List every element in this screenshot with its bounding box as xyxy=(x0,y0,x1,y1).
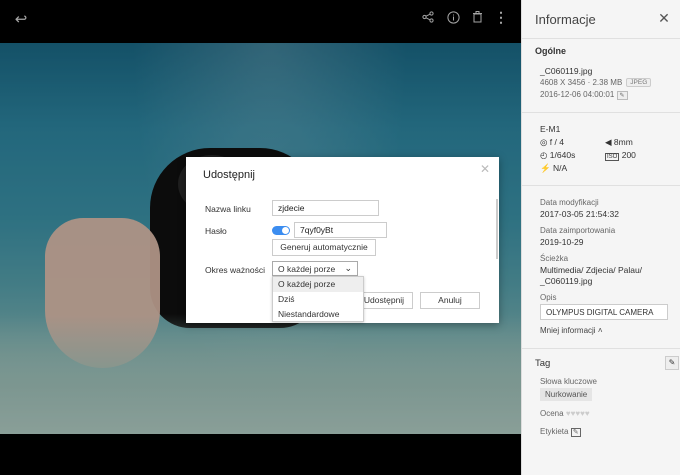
photo-viewer: ↩ ⋮ Udostępnij ✕ Nazwa linku zjdecie Has… xyxy=(0,0,521,475)
divider xyxy=(522,38,680,39)
info-panel: Informacje ✕ Ogólne _C060119.jpg 4608 X … xyxy=(521,0,680,475)
link-name-input[interactable]: zjdecie xyxy=(272,200,379,216)
validity-select[interactable]: O każdej porze ⌄ xyxy=(272,261,358,276)
divider xyxy=(522,348,680,349)
star-rating-icon[interactable]: ♥♥♥♥♥ xyxy=(566,409,590,418)
flash-icon: ⚡ xyxy=(540,163,551,173)
panel-title: Informacje xyxy=(535,12,596,27)
validity-label: Okres ważności xyxy=(205,265,265,275)
validity-dropdown: O każdej porze Dziś Niestandardowe xyxy=(272,276,364,322)
divider xyxy=(522,112,680,113)
modified-label: Data modyfikacji xyxy=(540,198,599,207)
keyword-chip[interactable]: Nurkowanie xyxy=(540,388,593,401)
edit-label-icon[interactable]: ✎ xyxy=(570,428,581,437)
description-label: Opis xyxy=(540,293,557,302)
lens-icon: ◀ xyxy=(605,137,612,147)
flash: ⚡ N/A xyxy=(540,163,568,173)
path-line-2: _C060119.jpg xyxy=(540,276,593,286)
validity-option[interactable]: Dziś xyxy=(273,292,363,307)
password-toggle[interactable] xyxy=(272,226,290,235)
less-info-link[interactable]: Mniej informacji ˄ xyxy=(540,326,602,335)
dialog-scrollbar[interactable] xyxy=(496,199,498,259)
dialog-title: Udostępnij xyxy=(203,169,255,181)
aperture-icon: ◎ xyxy=(540,137,548,147)
password-label: Hasło xyxy=(205,226,227,236)
validity-option[interactable]: O każdej porze xyxy=(273,277,363,292)
iso: ISO 200 xyxy=(605,150,636,161)
validity-option[interactable]: Niestandardowe xyxy=(273,307,363,322)
chevron-up-icon: ˄ xyxy=(597,326,603,335)
file-name: _C060119.jpg xyxy=(540,66,593,76)
cancel-button[interactable]: Anuluj xyxy=(420,292,480,309)
focal-length: ◀ 8mm xyxy=(605,137,633,147)
file-datetime: 2016-12-06 04:00:01 ✎ xyxy=(540,90,628,100)
format-badge: JPEG xyxy=(626,78,652,87)
keywords-label: Słowa kluczowe xyxy=(540,377,597,386)
file-dimensions: 4608 X 3456 · 2.38 MB JPEG xyxy=(540,78,652,87)
generate-password-button[interactable]: Generuj automatycznie xyxy=(272,239,376,256)
tag-heading: Tag xyxy=(535,358,551,369)
timer-icon: ◴ xyxy=(540,150,548,160)
rating-row: Ocena ♥♥♥♥♥ xyxy=(540,409,590,418)
validity-selected-value: O każdej porze xyxy=(278,264,336,274)
link-name-label: Nazwa linku xyxy=(205,204,251,214)
share-dialog: Udostępnij ✕ Nazwa linku zjdecie Hasło 7… xyxy=(186,157,499,323)
modified-value: 2017-03-05 21:54:32 xyxy=(540,209,619,219)
close-icon[interactable]: ✕ xyxy=(480,162,490,176)
camera-model: E-M1 xyxy=(540,124,561,134)
general-heading: Ogólne xyxy=(535,46,566,56)
aperture: ◎ f / 4 xyxy=(540,137,564,147)
iso-icon: ISO xyxy=(605,153,620,161)
path-line-1: Multimedia/ Zdjecia/ Palau/ xyxy=(540,265,643,275)
divider xyxy=(522,185,680,186)
shutter-speed: ◴ 1/640s xyxy=(540,150,576,160)
imported-label: Data zaimportowania xyxy=(540,226,616,235)
imported-value: 2019-10-29 xyxy=(540,237,584,247)
password-input[interactable]: 7qyf0yBt xyxy=(294,222,387,238)
pencil-icon[interactable]: ✎ xyxy=(616,91,628,100)
pencil-icon[interactable]: ✎ xyxy=(665,356,679,370)
close-icon[interactable]: ✕ xyxy=(655,9,673,27)
label-row: Etykieta ✎ xyxy=(540,427,581,437)
description-field[interactable]: OLYMPUS DIGITAL CAMERA xyxy=(540,304,668,320)
path-label: Ścieżka xyxy=(540,254,569,263)
chevron-down-icon: ⌄ xyxy=(344,263,352,273)
